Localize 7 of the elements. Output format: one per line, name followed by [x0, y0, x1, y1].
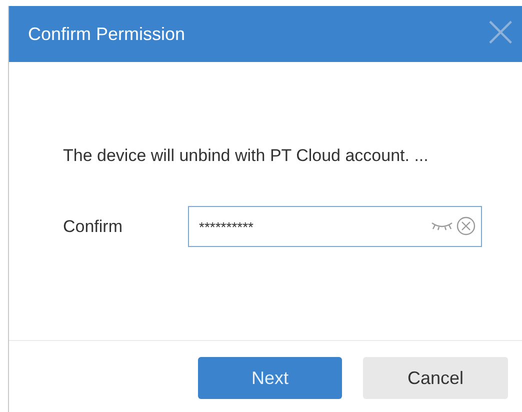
field-label: Confirm — [63, 216, 124, 236]
clear-icon[interactable] — [456, 216, 476, 236]
dialog-title: Confirm Permission — [28, 24, 186, 44]
eye-closed-icon[interactable] — [431, 221, 453, 231]
message-text: The device will unbind with PT Cloud account. ... — [63, 146, 430, 166]
cancel-button[interactable]: Cancel — [363, 357, 508, 399]
password-field[interactable]: ********** — [188, 206, 482, 247]
